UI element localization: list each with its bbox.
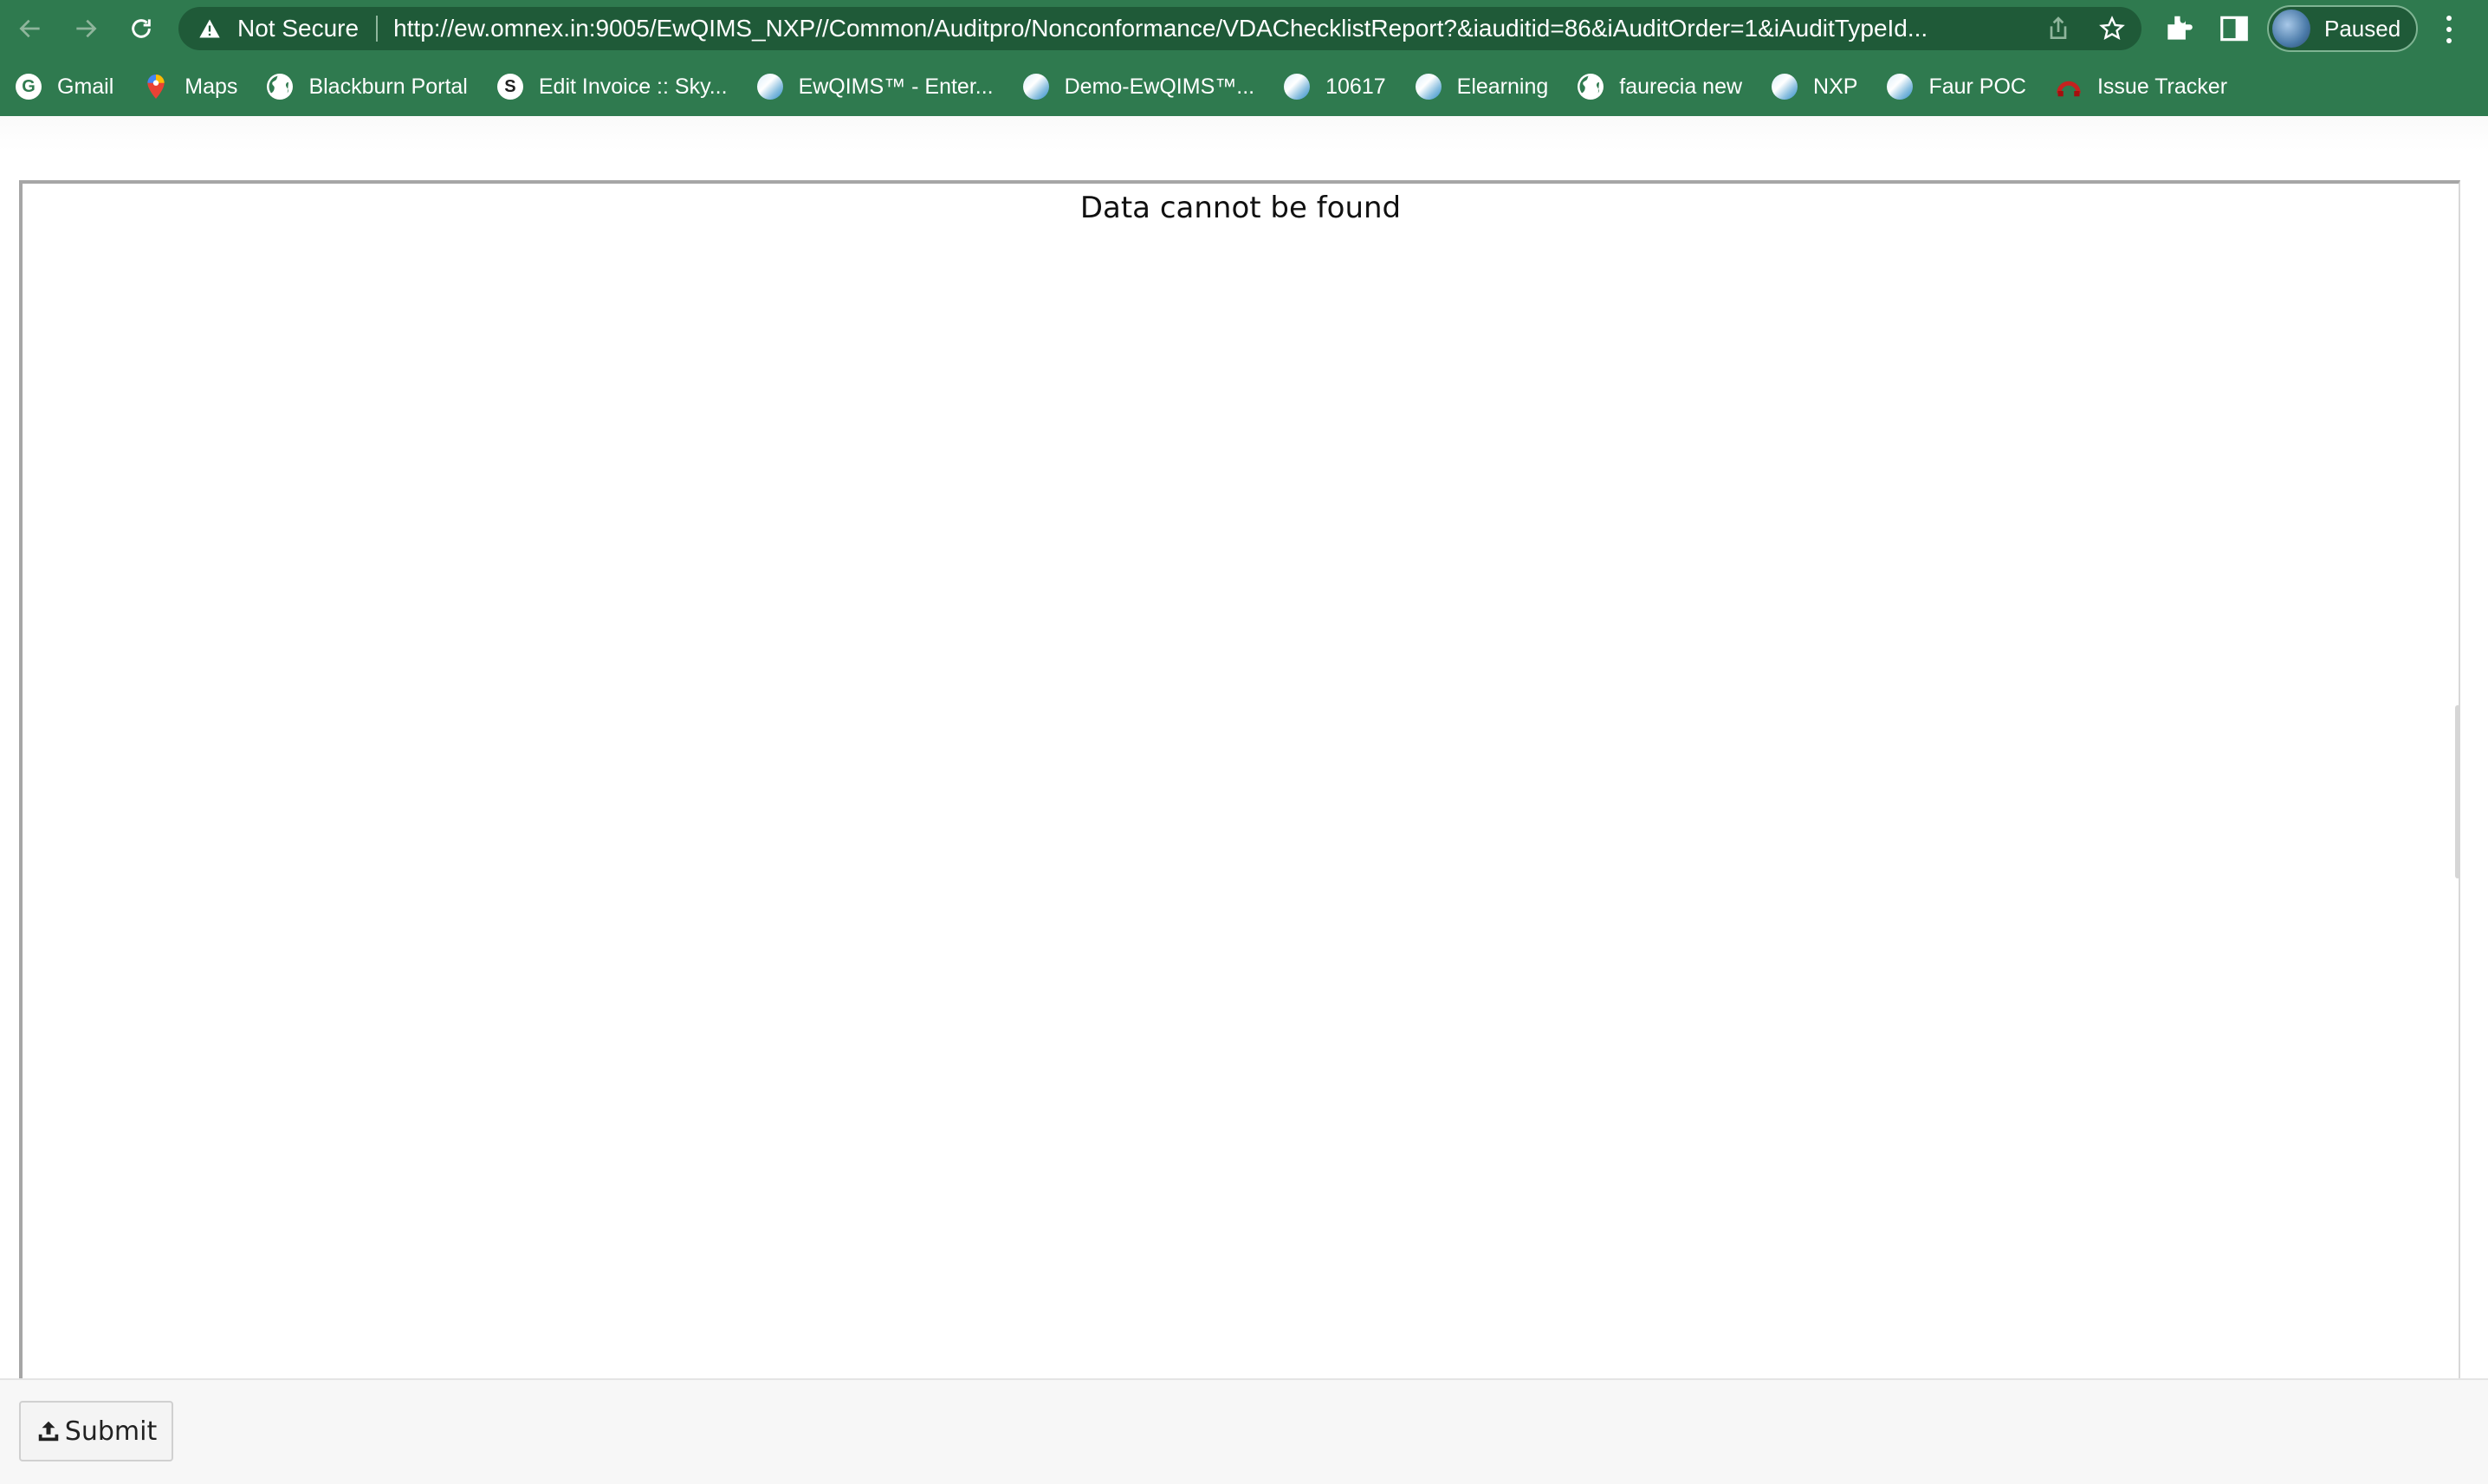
bookmark-label: NXP: [1813, 74, 1858, 99]
omnex-icon: [1284, 74, 1311, 100]
bookmark-label: Elearning: [1456, 74, 1549, 99]
bookmark-edit-invoice[interactable]: S Edit Invoice :: Sky...: [496, 74, 728, 100]
bookmark-label: Issue Tracker: [2096, 74, 2228, 99]
globe-icon: [1578, 74, 1604, 100]
omnex-icon: [1415, 74, 1442, 100]
bookmark-label: faurecia new: [1619, 74, 1743, 99]
bookmark-star-icon[interactable]: [2098, 15, 2126, 42]
share-icon[interactable]: [2044, 15, 2072, 42]
bookmark-ewqims-enterprise[interactable]: EwQIMS™ - Enter...: [756, 74, 994, 100]
no-data-message: Data cannot be found: [1079, 191, 1402, 225]
address-bar[interactable]: Not Secure http://ew.omnex.in:9005/EwQIM…: [178, 7, 2141, 50]
submit-button[interactable]: Submit: [19, 1401, 173, 1461]
not-secure-label[interactable]: Not Secure: [237, 15, 359, 42]
bookmark-label: Demo-EwQIMS™...: [1064, 74, 1255, 99]
omnex-icon: [1887, 74, 1914, 100]
reload-icon: [132, 19, 151, 38]
bookmark-label: Edit Invoice :: Sky...: [538, 74, 728, 99]
extensions-icon[interactable]: [2162, 12, 2195, 45]
reload-button[interactable]: [123, 10, 159, 47]
tracker-icon: [2056, 74, 2082, 100]
google-icon: G: [16, 74, 42, 100]
skype-icon: S: [496, 74, 523, 100]
profile-status: Paused: [2324, 15, 2401, 42]
arrow-left-icon: [19, 19, 40, 38]
arrow-right-icon: [76, 19, 97, 38]
avatar: [2272, 10, 2310, 48]
bookmark-gmail[interactable]: G Gmail: [16, 74, 113, 100]
browser-menu-icon[interactable]: [2436, 12, 2462, 47]
bookmark-faur-poc[interactable]: Faur POC: [1887, 74, 2026, 100]
bookmarks-bar: G Gmail Maps Blackburn Portal S Edit Inv…: [0, 57, 2488, 116]
top-strip: [0, 116, 2488, 151]
page: Not Secure http://ew.omnex.in:9005/EwQIM…: [0, 0, 2488, 1484]
bookmark-label: Maps: [185, 74, 238, 99]
page-content: Data cannot be found Submit: [0, 116, 2488, 1484]
maps-icon: [143, 74, 169, 100]
bookmark-faurecia-new[interactable]: faurecia new: [1578, 74, 1742, 100]
bookmark-issue-tracker[interactable]: Issue Tracker: [2056, 74, 2227, 100]
warning-icon: [199, 19, 220, 38]
url-text[interactable]: http://ew.omnex.in:9005/EwQIMS_NXP//Comm…: [393, 15, 2022, 42]
divider: [376, 16, 379, 42]
bookmark-label: Faur POC: [1928, 74, 2026, 99]
bookmark-maps[interactable]: Maps: [143, 74, 237, 100]
scrollbar[interactable]: [2455, 705, 2460, 878]
browser-toolbar: Not Secure http://ew.omnex.in:9005/EwQIM…: [0, 0, 2488, 57]
bookmark-label: EwQIMS™ - Enter...: [798, 74, 994, 99]
footer-bar: Submit: [0, 1378, 2488, 1484]
bookmark-nxp[interactable]: NXP: [1772, 74, 1857, 100]
back-button[interactable]: [12, 10, 49, 47]
side-panel-icon[interactable]: [2218, 12, 2251, 45]
bookmark-label: Blackburn Portal: [308, 74, 468, 99]
bookmark-blackburn-portal[interactable]: Blackburn Portal: [267, 74, 468, 100]
forward-button[interactable]: [68, 10, 104, 47]
omnex-icon: [1022, 74, 1049, 100]
address-bar-actions: [2044, 15, 2126, 42]
globe-icon: [267, 74, 294, 100]
bookmark-elearning[interactable]: Elearning: [1415, 74, 1549, 100]
bookmark-10617[interactable]: 10617: [1284, 74, 1386, 100]
bookmark-label: Gmail: [57, 74, 114, 99]
report-frame: Data cannot be found: [19, 180, 2460, 1380]
profile-button[interactable]: Paused: [2267, 5, 2418, 52]
bookmark-label: 10617: [1325, 74, 1386, 99]
bookmark-demo-ewqims[interactable]: Demo-EwQIMS™...: [1022, 74, 1255, 100]
omnex-icon: [756, 74, 783, 100]
upload-icon: [38, 1421, 59, 1442]
submit-label: Submit: [64, 1416, 158, 1447]
omnex-icon: [1772, 74, 1798, 100]
